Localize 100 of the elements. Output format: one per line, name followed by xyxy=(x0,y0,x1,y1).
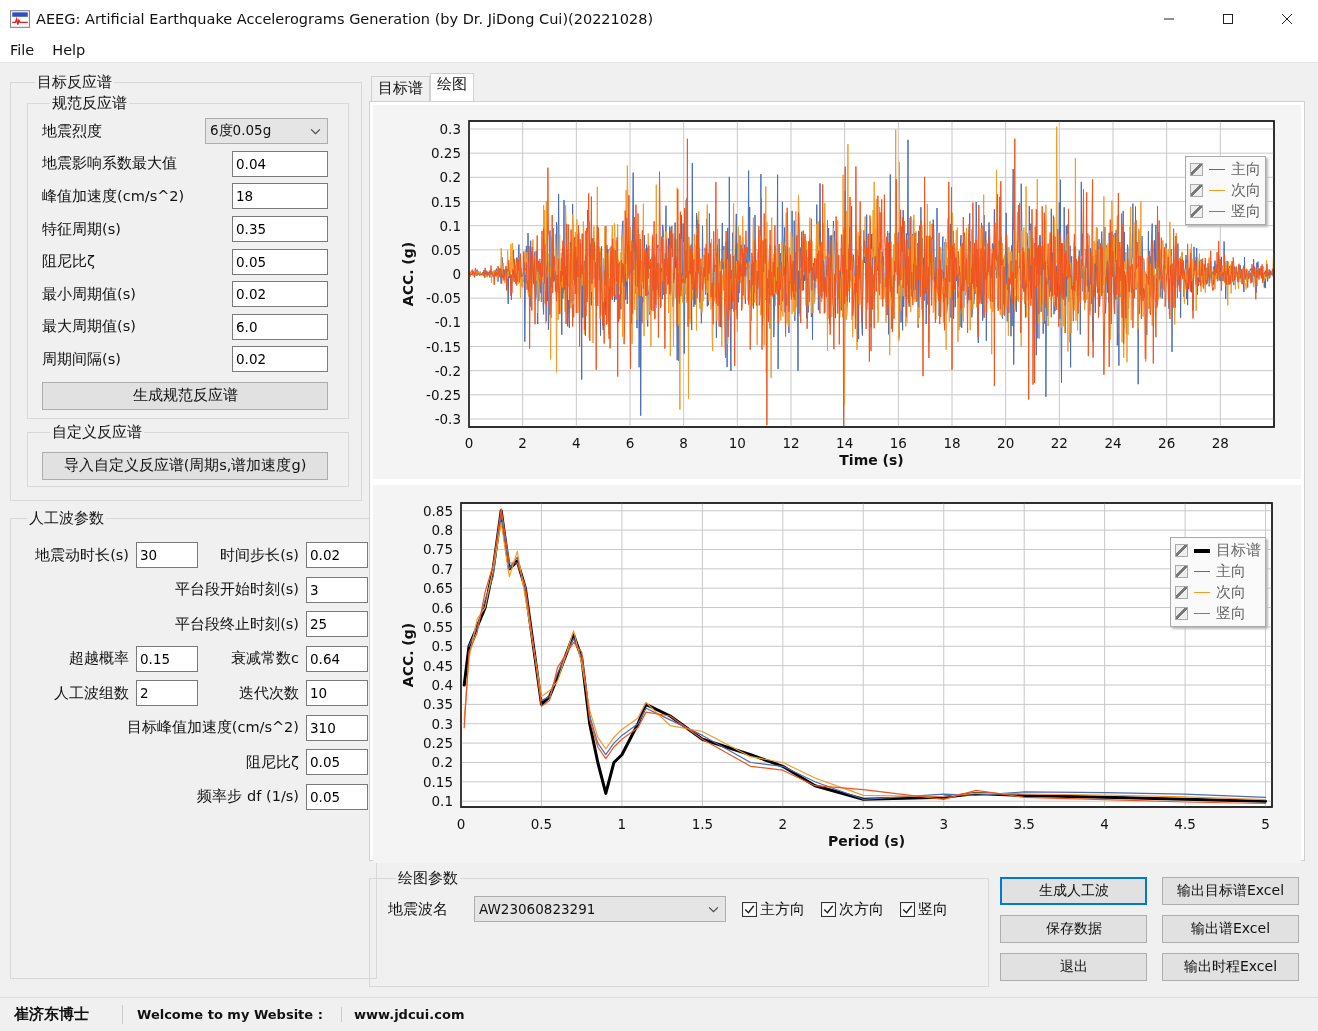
field-label: 最大周期值(s) xyxy=(42,317,136,337)
field-label: 阻尼比ζ xyxy=(42,252,95,272)
field-label: 人工波组数 xyxy=(53,683,129,703)
field-label: 迭代次数 xyxy=(238,683,299,703)
tab[interactable]: 目标谱 xyxy=(371,76,430,101)
axis-tick-label: 28 xyxy=(1211,435,1229,451)
axis-tick-label: 0 xyxy=(464,435,474,451)
input-field[interactable]: 30 xyxy=(136,542,198,568)
action-button[interactable]: 退出 xyxy=(1000,953,1147,981)
status-text: Welcome to my Website : xyxy=(123,1007,342,1022)
axis-tick-label: 0.55 xyxy=(422,618,453,635)
axis-tick-label: 0 xyxy=(452,266,461,282)
action-button[interactable]: 输出时程Excel xyxy=(1162,953,1299,981)
field-label: 峰值加速度(cm/s^2) xyxy=(42,187,185,206)
axis-tick-label: 0.3 xyxy=(439,121,461,137)
field-label: 地震烈度 xyxy=(42,121,102,141)
axis-tick-label: 3.5 xyxy=(1013,816,1035,832)
legend-label: 目标谱 xyxy=(1216,541,1261,560)
action-button[interactable]: 保存数据 xyxy=(1000,915,1147,943)
input-field[interactable]: 10 xyxy=(306,680,368,706)
input-field[interactable]: 0.35 xyxy=(232,216,328,243)
axis-tick-label: -0.1 xyxy=(434,314,461,331)
field-label: 目标峰值加速度(cm/s^2) xyxy=(125,718,299,737)
axis-tick-label: 12 xyxy=(782,435,800,451)
axis-tick-label: 24 xyxy=(1104,435,1122,451)
axis-tick-label: 8 xyxy=(679,435,688,451)
axis-title: ACC. (g) xyxy=(400,622,416,688)
input-field[interactable]: 0.04 xyxy=(232,150,328,177)
input-field[interactable]: 18 xyxy=(232,183,328,210)
group-title: 规范反应谱 xyxy=(51,94,128,113)
field-label: 时间步长(s) xyxy=(219,545,299,565)
input-field[interactable]: 0.64 xyxy=(306,645,368,672)
axis-tick-label: 0.65 xyxy=(422,580,453,597)
tab[interactable]: 绘图 xyxy=(430,73,474,101)
input-field[interactable]: 0.05 xyxy=(232,248,328,275)
axis-tick-label: 4 xyxy=(572,435,581,451)
menu-item[interactable]: File xyxy=(10,42,35,58)
axis-tick-label: 0.85 xyxy=(422,502,453,519)
field-label: 地震动时长(s) xyxy=(34,545,129,565)
input-field[interactable]: 0.05 xyxy=(306,783,368,810)
input-field[interactable]: 0.15 xyxy=(136,645,198,672)
axis-tick-label: 2 xyxy=(518,435,527,451)
axis-tick-label: 1 xyxy=(617,816,627,832)
legend-label: 主向 xyxy=(1231,160,1261,179)
group-title: 目标反应谱 xyxy=(36,73,113,92)
group-title: 自定义反应谱 xyxy=(51,422,143,442)
field-label: 特征周期(s) xyxy=(42,219,121,239)
axis-tick-label: 0.5 xyxy=(431,638,453,655)
axis-tick-label: 0.7 xyxy=(431,560,453,577)
window-title: AEEG: Artificial Earthquake Accelerograms Generation (by Dr. JiDong Cui)(20221028) xyxy=(36,11,654,27)
axis-tick-label: 5 xyxy=(1261,816,1270,832)
legend-label: 次向 xyxy=(1216,583,1246,602)
axis-tick-label: 6 xyxy=(625,435,635,451)
axis-tick-label: 18 xyxy=(943,435,961,451)
website-link[interactable]: www.jdcui.com xyxy=(342,1007,477,1022)
action-button[interactable]: 输出目标谱Excel xyxy=(1162,877,1299,905)
menu-item[interactable]: Help xyxy=(52,42,86,58)
input-field[interactable]: 0.02 xyxy=(306,542,368,568)
axis-tick-label: 4 xyxy=(1100,816,1109,832)
group-title: 人工波参数 xyxy=(28,509,105,528)
input-field[interactable]: 2 xyxy=(136,680,198,706)
axis-tick-label: 0.25 xyxy=(430,145,461,162)
input-field[interactable]: 6.0 xyxy=(232,313,328,340)
axis-tick-label: 0.8 xyxy=(431,522,453,539)
input-field[interactable]: 310 xyxy=(306,714,368,741)
axis-tick-label: -0.05 xyxy=(426,290,461,307)
input-field[interactable]: 0.02 xyxy=(232,281,328,308)
axis-title: Period (s) xyxy=(827,833,906,849)
wave-name-dropdown[interactable]: AW23060823291 xyxy=(474,896,726,922)
axis-tick-label: 14 xyxy=(836,435,854,451)
action-button[interactable]: 输出谱Excel xyxy=(1162,915,1299,943)
axis-tick-label: 0.5 xyxy=(530,816,553,832)
axis-tick-label: 0.1 xyxy=(439,217,461,234)
axis-tick-label: 0.15 xyxy=(422,773,453,790)
input-field[interactable]: 3 xyxy=(306,576,368,603)
generate-spectrum-button[interactable]: 生成规范反应谱 xyxy=(42,381,328,410)
direction-checkbox[interactable]: 竖向 xyxy=(900,899,948,919)
axis-tick-label: 10 xyxy=(728,435,746,451)
axis-tick-label: 4.5 xyxy=(1174,816,1196,832)
field-label: 最小周期值(s) xyxy=(42,284,136,304)
legend-label: 竖向 xyxy=(1216,604,1246,623)
direction-checkbox[interactable]: 次方向 xyxy=(821,899,884,919)
action-button[interactable]: 生成人工波 xyxy=(1000,877,1147,905)
axis-tick-label: 0.25 xyxy=(422,735,453,752)
field-label: 平台段终止时刻(s) xyxy=(174,614,299,634)
axis-tick-label: -0.15 xyxy=(426,338,461,355)
axis-tick-label: -0.2 xyxy=(434,362,461,379)
axis-tick-label: 0.4 xyxy=(431,677,453,693)
axis-tick-label: 0.35 xyxy=(422,696,453,713)
field-label: 地震影响系数最大值 xyxy=(42,154,177,174)
axis-tick-label: 0.2 xyxy=(431,754,453,771)
axis-tick-label: 1.5 xyxy=(691,816,714,832)
input-field[interactable]: 0.02 xyxy=(232,346,328,373)
import-spectrum-button[interactable]: 导入自定义反应谱(周期s,谱加速度g) xyxy=(42,451,328,480)
input-field[interactable]: 0.05 xyxy=(306,749,368,775)
input-field[interactable]: 25 xyxy=(306,611,368,637)
direction-checkbox[interactable]: 主方向 xyxy=(742,899,805,919)
field-label: 平台段开始时刻(s) xyxy=(174,580,299,599)
intensity-dropdown[interactable]: 6度0.05g xyxy=(205,118,328,145)
axis-tick-label: 20 xyxy=(997,435,1015,451)
